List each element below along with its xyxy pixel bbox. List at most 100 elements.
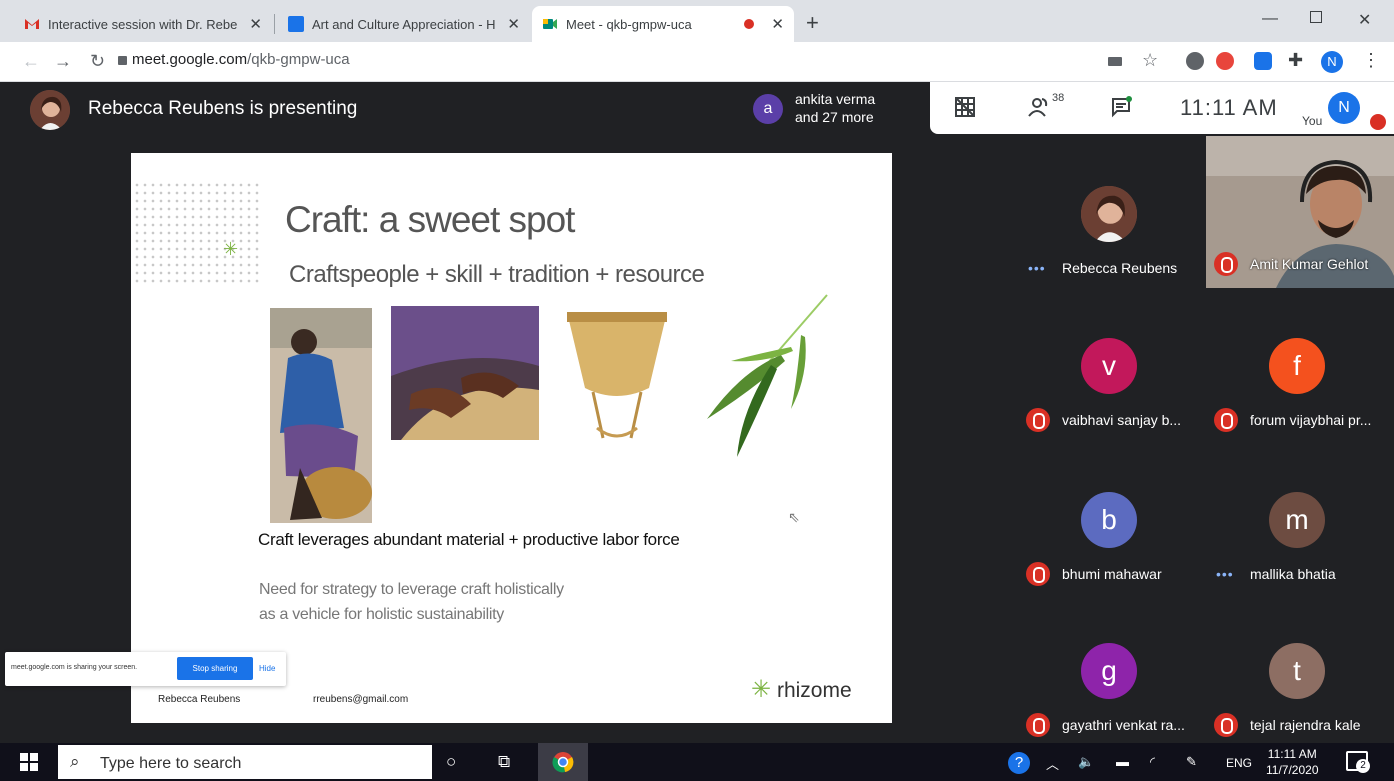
participant-name: mallika bhatia bbox=[1250, 566, 1336, 582]
search-placeholder: Type here to search bbox=[100, 755, 242, 772]
participant-tile[interactable]: v vaibhavi sanjay b... bbox=[1018, 330, 1206, 480]
chevron-up-icon[interactable]: ︿ bbox=[1046, 754, 1059, 773]
speaking-indicator-icon: ••• bbox=[1216, 566, 1234, 582]
puzzle-icon[interactable]: ✚ bbox=[1288, 50, 1303, 71]
back-icon[interactable]: ← bbox=[22, 51, 40, 72]
participant-name: Amit Kumar Gehlot bbox=[1250, 256, 1369, 272]
participant-tile[interactable]: g gayathri venkat ra... bbox=[1018, 635, 1206, 743]
tab-title: Meet - qkb-gmpw-uca bbox=[566, 16, 692, 32]
viewer-name: ankita verma bbox=[795, 91, 876, 107]
viewer-avatar: a bbox=[753, 94, 783, 124]
battery-icon[interactable]: ▬ bbox=[1116, 754, 1129, 769]
participant-tile[interactable]: m ••• mallika bhatia bbox=[1206, 484, 1394, 634]
pen-icon[interactable]: ✎ bbox=[1186, 754, 1197, 770]
restore-button[interactable] bbox=[1310, 11, 1322, 23]
chrome-icon[interactable] bbox=[538, 743, 588, 781]
slide-pattern-decoration bbox=[133, 181, 259, 283]
slide-accent-icon: ✳ bbox=[223, 239, 239, 259]
language-indicator[interactable]: ENG bbox=[1226, 756, 1252, 770]
lock-icon bbox=[118, 56, 127, 65]
tab-title: Art and Culture Appreciation - H bbox=[312, 16, 496, 32]
participant-name: bhumi mahawar bbox=[1062, 566, 1162, 582]
participants-icon[interactable] bbox=[1028, 96, 1052, 124]
participant-avatar: g bbox=[1081, 643, 1137, 699]
meet-top-controls: 38 11:11 AM You N bbox=[930, 82, 1394, 134]
layout-grid-icon[interactable] bbox=[954, 96, 976, 124]
participant-name: Rebecca Reubens bbox=[1062, 260, 1178, 276]
tab-gmail[interactable]: Interactive session with Dr. Rebe ✕ bbox=[14, 6, 272, 42]
photo-bamboo-leaf bbox=[701, 291, 831, 461]
profile-avatar[interactable]: N bbox=[1321, 51, 1343, 73]
stop-sharing-button[interactable]: Stop sharing bbox=[177, 657, 253, 680]
tab-classroom[interactable]: Art and Culture Appreciation - H ✕ bbox=[278, 6, 530, 42]
tab-divider bbox=[274, 14, 275, 34]
tab-meet[interactable]: Meet - qkb-gmpw-uca ✕ bbox=[532, 6, 794, 42]
help-icon[interactable]: ? bbox=[1008, 752, 1030, 774]
self-avatar[interactable]: N bbox=[1328, 92, 1360, 124]
forward-icon[interactable]: → bbox=[54, 51, 72, 72]
muted-mic-icon bbox=[1214, 713, 1238, 737]
slide-need-line-2: as a vehicle for holistic sustainability bbox=[259, 606, 505, 623]
recording-dot-icon bbox=[744, 19, 754, 29]
close-tab-icon[interactable]: ✕ bbox=[249, 15, 262, 33]
reload-icon[interactable]: ↻ bbox=[90, 51, 105, 72]
screen-share-banner: meet.google.com is sharing your screen. … bbox=[5, 652, 286, 686]
wifi-icon[interactable]: ◜ bbox=[1150, 754, 1155, 770]
close-tab-icon[interactable]: ✕ bbox=[507, 15, 520, 33]
gmail-icon bbox=[24, 16, 40, 32]
address-bar: ← → ↻ meet.google.com/qkb-gmpw-uca ☆ ✚ N… bbox=[0, 42, 1394, 82]
participant-tile[interactable]: t tejal rajendra kale bbox=[1206, 635, 1394, 743]
presenter-status: Rebecca Reubens is presenting bbox=[88, 98, 358, 119]
close-window-button[interactable]: ✕ bbox=[1358, 10, 1371, 30]
participant-name: vaibhavi sanjay b... bbox=[1062, 412, 1182, 428]
meet-icon bbox=[542, 16, 558, 32]
tab-bar: Interactive session with Dr. Rebe ✕ Art … bbox=[0, 0, 1394, 46]
tray-clock[interactable]: 11:11 AM 11/7/2020 bbox=[1266, 746, 1319, 778]
minimize-button[interactable]: — bbox=[1262, 10, 1278, 28]
speaker-icon[interactable]: 🔈 bbox=[1078, 754, 1094, 770]
new-tab-button[interactable]: + bbox=[806, 10, 819, 36]
menu-icon[interactable]: ⋮ bbox=[1362, 50, 1380, 71]
slide-statement: Craft leverages abundant material + prod… bbox=[258, 530, 680, 549]
you-label: You bbox=[1302, 114, 1323, 128]
participant-avatar: t bbox=[1269, 643, 1325, 699]
notification-count: 2 bbox=[1356, 759, 1370, 773]
url-field[interactable]: meet.google.com/qkb-gmpw-uca bbox=[132, 51, 350, 68]
windows-start-icon[interactable] bbox=[20, 753, 38, 771]
cortana-icon[interactable]: ○ bbox=[446, 752, 456, 772]
participant-avatar: v bbox=[1081, 338, 1137, 394]
participant-tile[interactable]: Amit Kumar Gehlot bbox=[1206, 178, 1394, 328]
photo-bamboo-basket bbox=[563, 308, 671, 446]
speaking-indicator-icon: ••• bbox=[1028, 260, 1046, 276]
muted-mic-icon bbox=[1026, 408, 1050, 432]
participant-tile[interactable]: b bhumi mahawar bbox=[1018, 484, 1206, 634]
presentation-slide: ✳ Craft: a sweet spot Craftspeople + ski… bbox=[131, 153, 892, 723]
slide-title: Craft: a sweet spot bbox=[285, 199, 575, 240]
participant-name: tejal rajendra kale bbox=[1250, 717, 1361, 733]
chat-icon[interactable] bbox=[1110, 96, 1132, 124]
tray-date: 11/7/2020 bbox=[1266, 763, 1319, 777]
slide-need-line-1: Need for strategy to leverage craft holi… bbox=[259, 581, 564, 598]
rhizome-icon: ✳ bbox=[751, 676, 772, 703]
close-tab-icon[interactable]: ✕ bbox=[771, 15, 784, 33]
meet-stage: Rebecca Reubens is presenting a ankita v… bbox=[0, 82, 1394, 743]
participant-name: forum vijaybhai pr... bbox=[1250, 412, 1372, 428]
classroom-icon bbox=[288, 16, 304, 32]
muted-mic-icon bbox=[1026, 713, 1050, 737]
taskbar-search-box[interactable]: ⌕ Type here to search bbox=[58, 745, 432, 779]
camera-icon[interactable] bbox=[1108, 57, 1122, 66]
search-icon: ⌕ bbox=[70, 752, 80, 771]
extension-icon[interactable] bbox=[1254, 52, 1272, 70]
participant-count: 38 bbox=[1052, 92, 1065, 104]
star-icon[interactable]: ☆ bbox=[1142, 50, 1158, 71]
extension-icon[interactable] bbox=[1216, 52, 1234, 70]
participant-tile[interactable]: f forum vijaybhai pr... bbox=[1206, 330, 1394, 480]
presenter-bar: Rebecca Reubens is presenting a ankita v… bbox=[0, 82, 930, 138]
participant-tile[interactable]: ••• Rebecca Reubens bbox=[1018, 178, 1206, 328]
slide-author: Rebecca Reubens bbox=[158, 694, 241, 705]
hide-banner-button[interactable]: Hide bbox=[259, 664, 275, 673]
muted-mic-icon bbox=[1370, 114, 1386, 130]
task-view-icon[interactable]: ⧉ bbox=[498, 752, 510, 772]
participant-avatar: m bbox=[1269, 492, 1325, 548]
extension-icon[interactable] bbox=[1186, 52, 1204, 70]
